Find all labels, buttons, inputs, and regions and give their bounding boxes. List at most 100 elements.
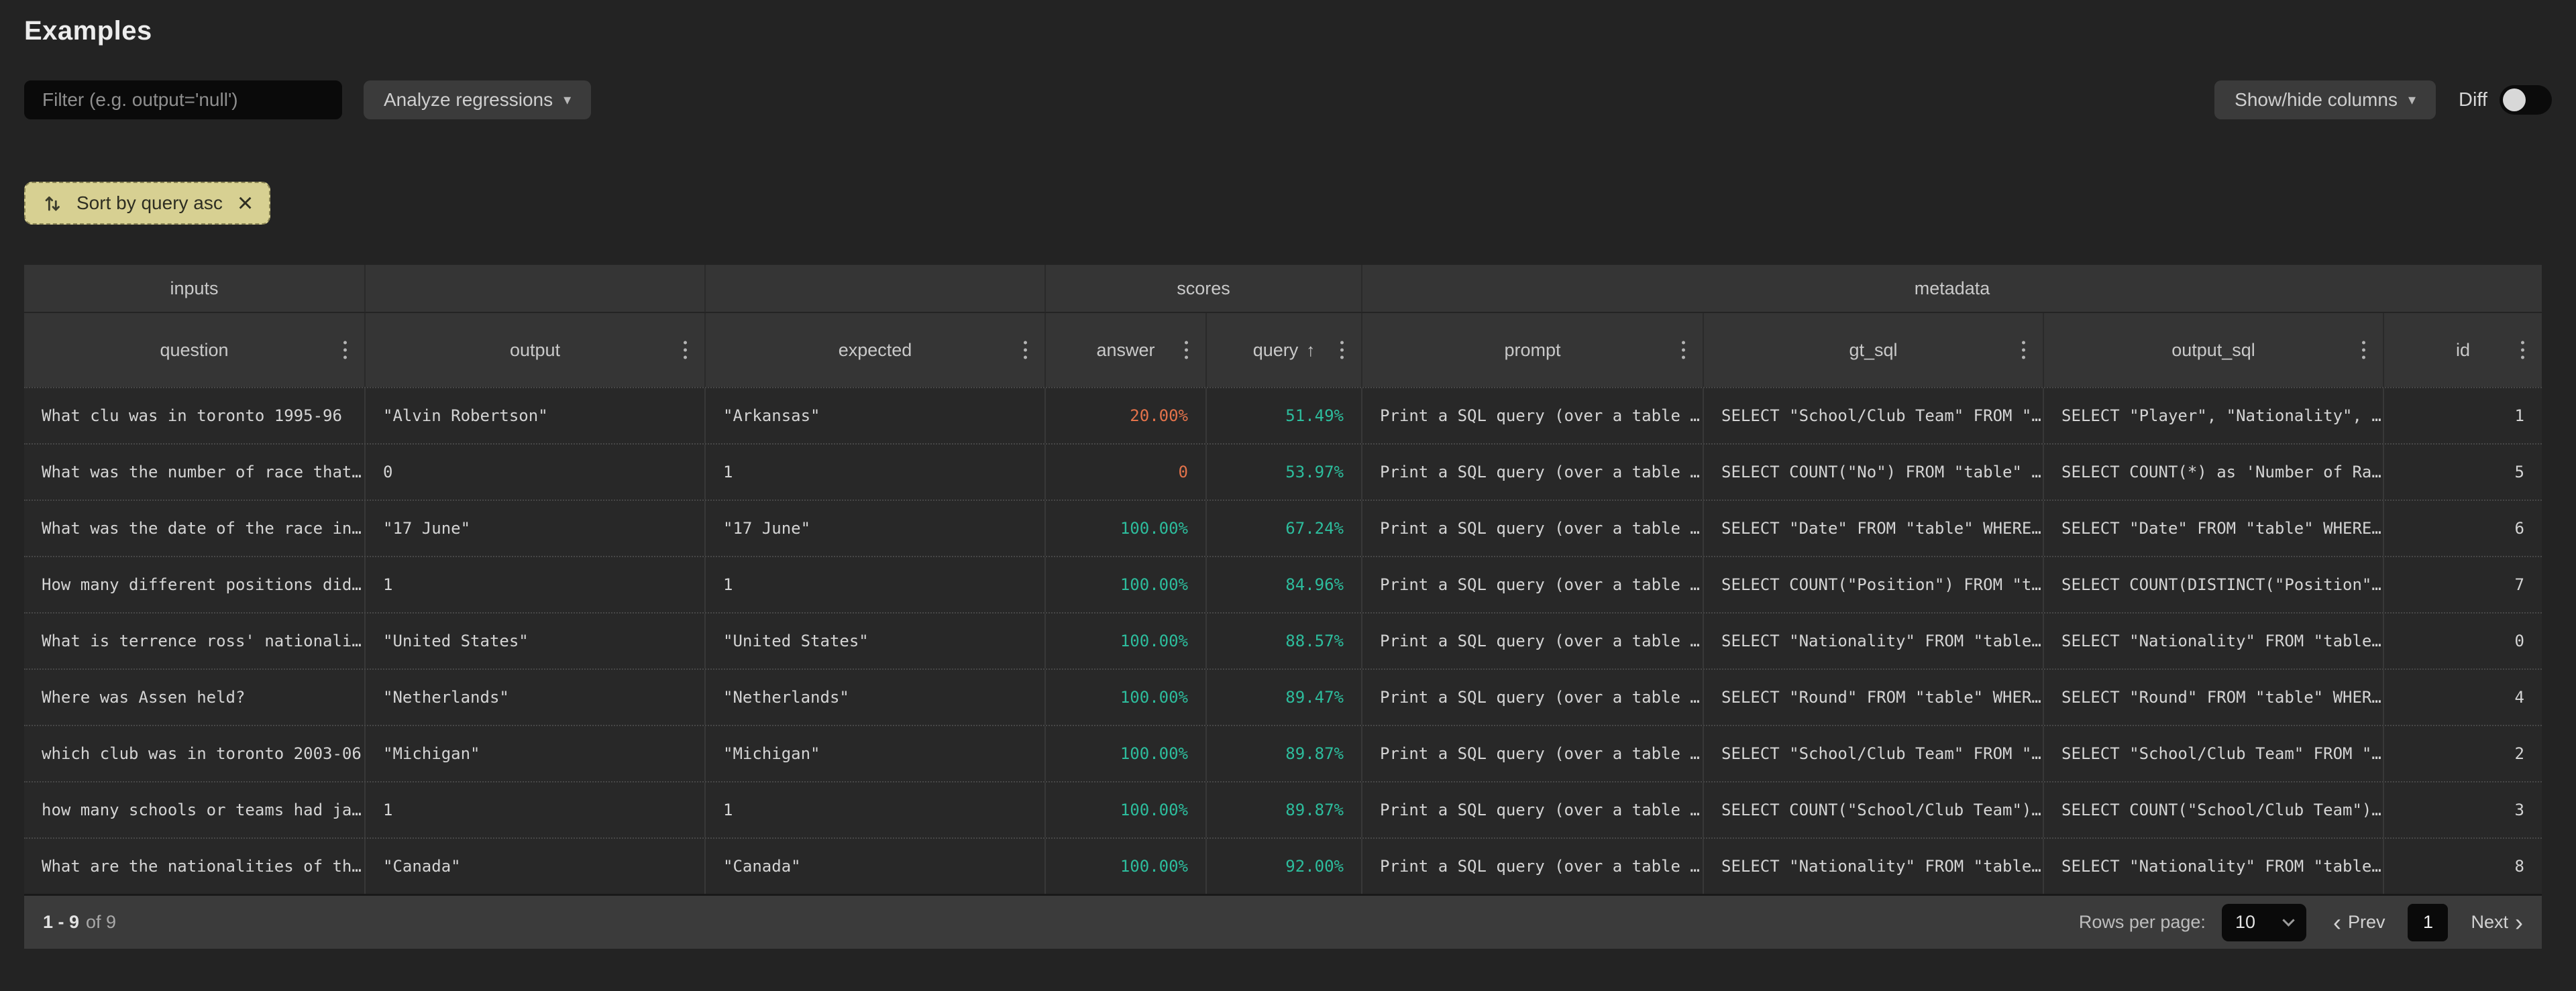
page-number-input[interactable] (2408, 903, 2449, 941)
cell-id: 0 (2383, 614, 2542, 668)
cell-answer-score: 0 (1044, 445, 1205, 500)
cell-output-sql: SELECT COUNT(DISTINCT("Position"… (2043, 557, 2383, 612)
cell-question: how many schools or teams had ja… (42, 801, 362, 819)
column-header-expected[interactable]: expected (704, 313, 1044, 387)
examples-table: inputs scores metadata question output e… (24, 265, 2542, 894)
table-row[interactable]: How many different positions did… 1 1 10… (24, 556, 2542, 612)
cell-answer-score: 100.00% (1044, 782, 1205, 837)
cell-answer-score: 100.00% (1044, 557, 1205, 612)
cell-expected: "United States" (704, 614, 1044, 668)
column-group-header-row: inputs scores metadata (24, 265, 2542, 312)
analyze-regressions-label: Analyze regressions (384, 89, 553, 110)
cell-prompt: Print a SQL query (over a table … (1361, 726, 1703, 781)
cell-output-sql: SELECT "School/Club Team" FROM "… (2043, 726, 2383, 781)
next-page-button[interactable]: Next › (2471, 910, 2523, 935)
cell-prompt: Print a SQL query (over a table … (1361, 557, 1703, 612)
close-icon[interactable]: × (237, 190, 253, 217)
cell-expected: "Canada" (704, 839, 1044, 894)
page-title: Examples (24, 16, 152, 46)
chevron-down-icon (2282, 914, 2295, 927)
diff-toggle[interactable] (2500, 85, 2552, 115)
row-total: of 9 (86, 912, 117, 932)
cell-answer-score: 100.00% (1044, 839, 1205, 894)
dropdown-caret-icon: ▾ (2408, 91, 2416, 108)
cell-expected: "Netherlands" (704, 670, 1044, 725)
group-empty (364, 265, 704, 312)
rows-per-page-label: Rows per page: (2078, 912, 2206, 932)
column-menu-icon[interactable] (684, 341, 687, 359)
column-header-answer[interactable]: answer (1044, 313, 1205, 387)
column-menu-icon[interactable] (2362, 341, 2365, 359)
group-scores: scores (1044, 265, 1361, 312)
cell-answer-score: 100.00% (1044, 726, 1205, 781)
cell-question: What clu was in toronto 1995-96 (42, 406, 342, 425)
cell-gt-sql: SELECT COUNT("No") FROM "table" … (1703, 445, 2043, 500)
chevron-left-icon: ‹ (2332, 908, 2341, 936)
cell-prompt: Print a SQL query (over a table … (1361, 388, 1703, 443)
table-row[interactable]: What was the number of race that… 0 1 0 … (24, 443, 2542, 500)
table-row[interactable]: Where was Assen held? "Netherlands" "Net… (24, 668, 2542, 725)
cell-gt-sql: SELECT COUNT("Position") FROM "t… (1703, 557, 2043, 612)
table-footer: 1 - 9 of 9 Rows per page: 10 ‹ Prev Next… (24, 894, 2542, 949)
examples-page: Examples Analyze regressions ▾ Show/hide… (0, 0, 2576, 991)
cell-id: 5 (2383, 445, 2542, 500)
column-header-query[interactable]: query ↑ (1205, 313, 1361, 387)
cell-output: 1 (364, 782, 704, 837)
cell-prompt: Print a SQL query (over a table … (1361, 445, 1703, 500)
cell-prompt: Print a SQL query (over a table … (1361, 839, 1703, 894)
show-hide-columns-button[interactable]: Show/hide columns ▾ (2214, 80, 2436, 119)
cell-id: 1 (2383, 388, 2542, 443)
column-header-prompt[interactable]: prompt (1361, 313, 1703, 387)
cell-id: 3 (2383, 782, 2542, 837)
table-row[interactable]: which club was in toronto 2003-06 "Michi… (24, 725, 2542, 781)
table-row[interactable]: What was the date of the race in… "17 Ju… (24, 500, 2542, 556)
column-menu-icon[interactable] (1024, 341, 1027, 359)
column-header-question[interactable]: question (24, 313, 364, 387)
cell-query-score: 92.00% (1205, 839, 1361, 894)
cell-query-score: 89.87% (1205, 782, 1361, 837)
cell-gt-sql: SELECT "Nationality" FROM "table… (1703, 614, 2043, 668)
column-header-gt_sql[interactable]: gt_sql (1703, 313, 2043, 387)
cell-output-sql: SELECT "Player", "Nationality", … (2043, 388, 2383, 443)
column-menu-icon[interactable] (1340, 341, 1344, 359)
cell-id: 7 (2383, 557, 2542, 612)
sort-chip[interactable]: Sort by query asc × (24, 182, 271, 225)
column-menu-icon[interactable] (1682, 341, 1685, 359)
prev-page-button[interactable]: ‹ Prev (2332, 908, 2385, 936)
table-row[interactable]: how many schools or teams had ja… 1 1 10… (24, 781, 2542, 837)
column-header-output[interactable]: output (364, 313, 704, 387)
cell-output: "Alvin Robertson" (364, 388, 704, 443)
cell-gt-sql: SELECT "Date" FROM "table" WHERE… (1703, 501, 2043, 556)
cell-prompt: Print a SQL query (over a table … (1361, 782, 1703, 837)
table-row[interactable]: What clu was in toronto 1995-96 "Alvin R… (24, 387, 2542, 443)
cell-question: What was the number of race that… (42, 463, 362, 481)
table-row[interactable]: What are the nationalities of th… "Canad… (24, 837, 2542, 894)
rows-per-page-value: 10 (2235, 912, 2255, 932)
sort-asc-icon: ↑ (1306, 339, 1316, 360)
cell-gt-sql: SELECT "School/Club Team" FROM "… (1703, 726, 2043, 781)
cell-question: which club was in toronto 2003-06 (42, 744, 362, 763)
column-header-output_sql[interactable]: output_sql (2043, 313, 2383, 387)
column-menu-icon[interactable] (2022, 341, 2025, 359)
cell-query-score: 84.96% (1205, 557, 1361, 612)
toolbar-right: Show/hide columns ▾ Diff (2214, 80, 2552, 119)
cell-gt-sql: SELECT "Nationality" FROM "table… (1703, 839, 2043, 894)
table-row[interactable]: What is terrence ross' nationali… "Unite… (24, 612, 2542, 668)
cell-prompt: Print a SQL query (over a table … (1361, 670, 1703, 725)
column-menu-icon[interactable] (1185, 341, 1188, 359)
group-metadata: metadata (1361, 265, 2542, 312)
cell-expected: "17 June" (704, 501, 1044, 556)
column-header-row: question output expected answer query ↑ (24, 312, 2542, 387)
cell-prompt: Print a SQL query (over a table … (1361, 501, 1703, 556)
cell-gt-sql: SELECT COUNT("School/Club Team")… (1703, 782, 2043, 837)
rows-per-page-select[interactable]: 10 (2221, 903, 2306, 941)
analyze-regressions-button[interactable]: Analyze regressions ▾ (364, 80, 592, 119)
cell-gt-sql: SELECT "School/Club Team" FROM "… (1703, 388, 2043, 443)
cell-output-sql: SELECT "Nationality" FROM "table… (2043, 614, 2383, 668)
column-menu-icon[interactable] (343, 341, 347, 359)
cell-output-sql: SELECT "Date" FROM "table" WHERE… (2043, 501, 2383, 556)
column-menu-icon[interactable] (2521, 341, 2524, 359)
cell-id: 6 (2383, 501, 2542, 556)
column-header-id[interactable]: id (2383, 313, 2542, 387)
filter-input[interactable] (24, 80, 342, 119)
